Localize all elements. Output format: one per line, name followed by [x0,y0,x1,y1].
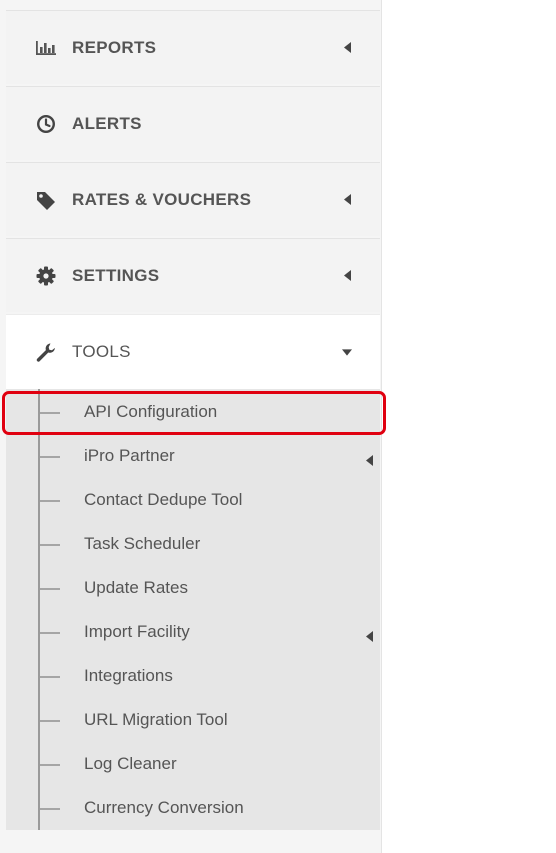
submenu-item-url-migration-tool[interactable]: URL Migration Tool [6,699,380,743]
chevron-left-icon [366,451,374,466]
sidebar-item-label: ALERTS [72,113,142,133]
sidebar-item-reports[interactable]: REPORTS [6,10,380,84]
submenu-item-label: Integrations [84,666,173,685]
submenu-item-label: iPro Partner [84,446,175,465]
submenu-item-update-rates[interactable]: Update Rates [6,567,380,611]
highlight-box [2,391,386,435]
submenu-item-label: Import Facility [84,622,190,641]
chevron-left-icon [366,627,374,642]
submenu-item-ipro-partner[interactable]: iPro Partner [6,435,380,479]
tree-connector [40,632,60,634]
chevron-left-icon [342,194,352,206]
sidebar-item-label: TOOLS [72,342,131,361]
submenu-item-log-cleaner[interactable]: Log Cleaner [6,743,380,787]
tree-connector [40,588,60,590]
sidebar-item-label: RATES & VOUCHERS [72,189,252,209]
sidebar-item-label: REPORTS [72,37,157,57]
sidebar-item-tools[interactable]: TOOLS [6,314,380,389]
sidebar-item-alerts[interactable]: ALERTS [6,86,380,160]
submenu-item-label: Task Scheduler [84,534,201,553]
submenu-item-label: Update Rates [84,578,188,597]
tree-connector [40,764,60,766]
tree-connector [40,500,60,502]
submenu-item-import-facility[interactable]: Import Facility [6,611,380,655]
chevron-left-icon [342,42,352,54]
tree-connector [40,720,60,722]
submenu-item-contact-dedupe-tool[interactable]: Contact Dedupe Tool [6,479,380,523]
submenu-item-integrations[interactable]: Integrations [6,655,380,699]
tag-icon [34,190,58,210]
tree-connector [40,808,60,810]
tree-connector [40,676,60,678]
submenu-item-label: URL Migration Tool [84,710,228,729]
tree-connector [40,544,60,546]
sidebar-item-label: SETTINGS [72,265,160,285]
chevron-down-icon [342,346,352,358]
wrench-icon [34,342,58,362]
chevron-left-icon [342,270,352,282]
tools-submenu: API Configuration iPro Partner Contact D… [6,389,380,830]
submenu-item-currency-conversion[interactable]: Currency Conversion [6,787,380,831]
sidebar-item-rates-vouchers[interactable]: RATES & VOUCHERS [6,162,380,236]
sidebar-item-settings[interactable]: SETTINGS [6,238,380,312]
submenu-item-label: Currency Conversion [84,798,244,817]
clock-icon [34,114,58,134]
submenu-item-task-scheduler[interactable]: Task Scheduler [6,523,380,567]
submenu-item-label: Log Cleaner [84,754,177,773]
tree-connector [40,456,60,458]
submenu-item-label: Contact Dedupe Tool [84,490,243,509]
bar-chart-icon [34,38,58,58]
gear-icon [34,266,58,286]
